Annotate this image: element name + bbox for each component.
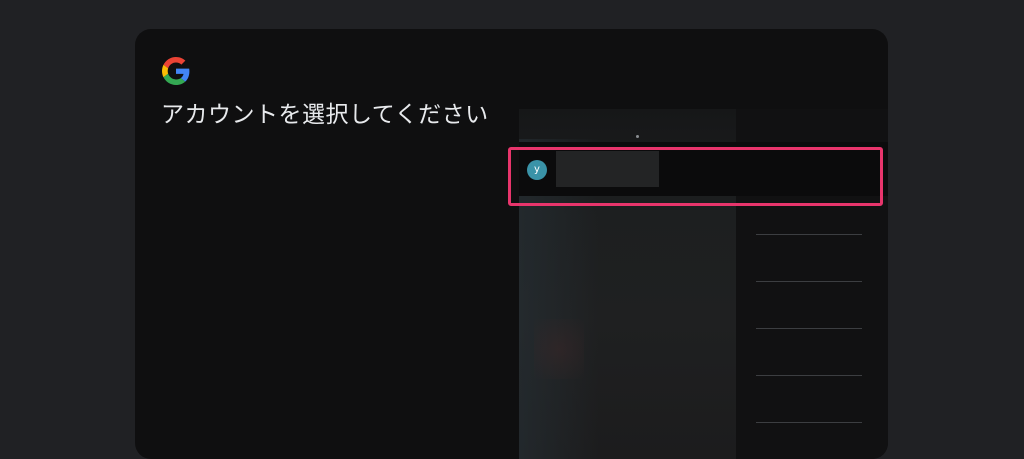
indicator-dot bbox=[636, 135, 639, 138]
list-divider bbox=[756, 375, 862, 376]
dialog-heading: アカウントを選択してください bbox=[161, 102, 489, 128]
account-list-item[interactable]: y bbox=[519, 142, 888, 196]
list-divider bbox=[756, 328, 862, 329]
google-g-icon bbox=[162, 57, 190, 85]
account-chooser-dialog: アカウントを選択してください y bbox=[135, 29, 888, 459]
list-divider bbox=[756, 422, 862, 423]
avatar: y bbox=[527, 160, 547, 180]
redacted-account-info bbox=[556, 151, 659, 187]
account-list-area: y bbox=[519, 109, 888, 459]
list-divider bbox=[756, 234, 862, 235]
list-divider bbox=[756, 281, 862, 282]
